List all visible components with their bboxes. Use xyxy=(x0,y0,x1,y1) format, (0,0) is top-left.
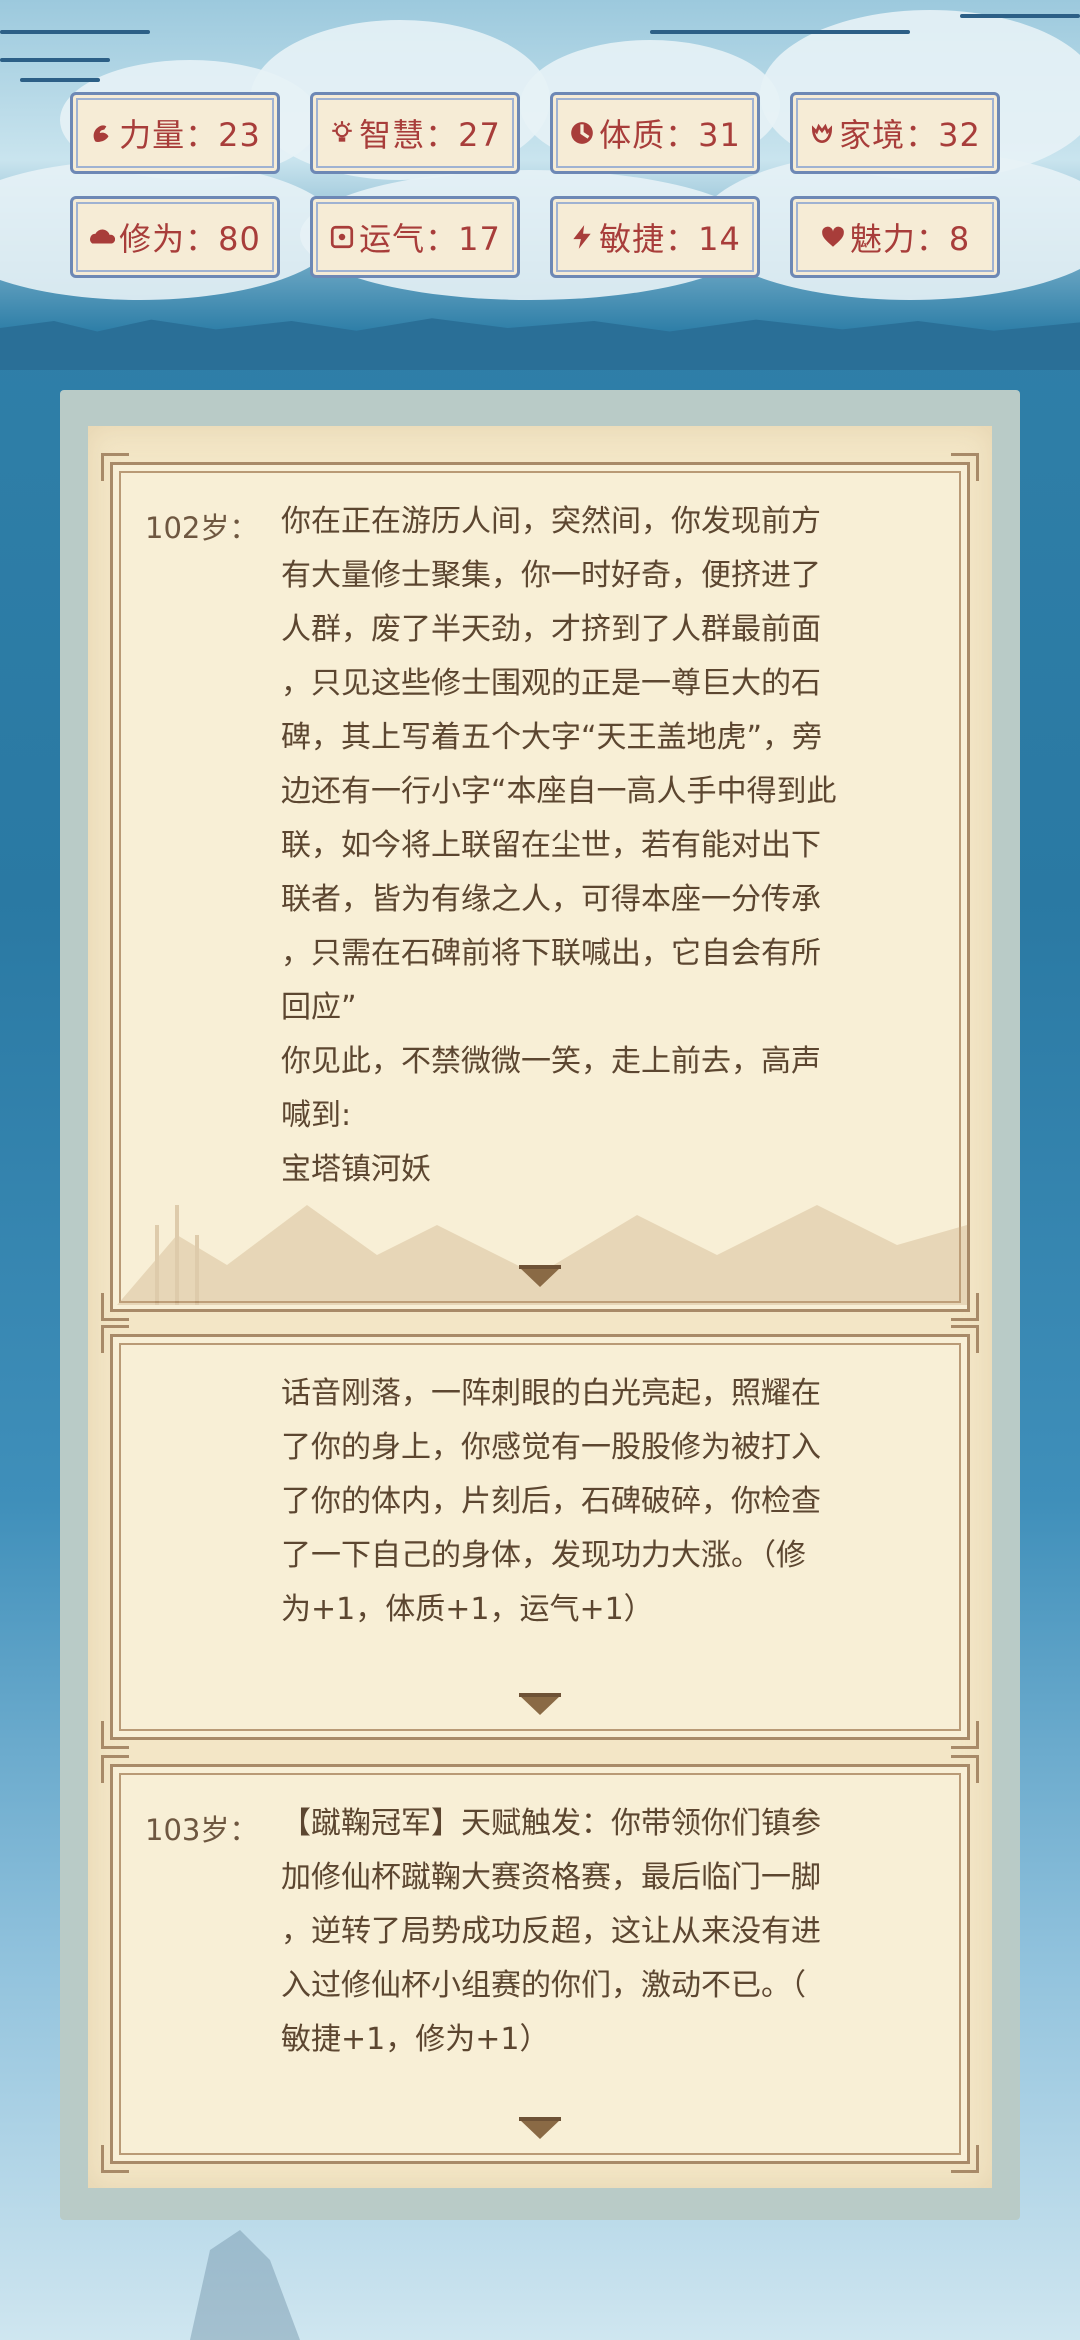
sky-background xyxy=(0,0,1080,360)
event-text: 话音刚落，一阵刺眼的白光亮起，照耀在 了你的身上，你感觉有一股股修为被打入 了你… xyxy=(281,1376,821,1627)
stat-family: 家境：32 xyxy=(790,92,1000,174)
luck-icon xyxy=(329,224,355,250)
stat-label: 家境：32 xyxy=(839,116,981,154)
stat-label: 敏捷：14 xyxy=(599,220,741,258)
stat-label: 力量：23 xyxy=(119,116,261,154)
stat-label: 体质：31 xyxy=(599,116,741,154)
event-age: 102岁： xyxy=(145,511,259,545)
rock-pillar-decoration xyxy=(190,2230,300,2340)
corner-ornament xyxy=(951,453,979,481)
expand-arrow-icon[interactable] xyxy=(515,1691,565,1719)
strength-icon xyxy=(89,120,115,146)
corner-ornament xyxy=(101,1325,129,1353)
stat-luck: 运气：17 xyxy=(310,196,520,278)
event-text: 【蹴鞠冠军】天赋触发：你带领你们镇参 加修仙杯蹴鞠大赛资格赛，最后临门一脚 ，逆… xyxy=(281,1806,821,2057)
stat-wisdom: 智慧：27 xyxy=(310,92,520,174)
charm-icon xyxy=(820,224,846,250)
stat-label: 修为：80 xyxy=(119,220,261,258)
stat-label: 魅力：8 xyxy=(849,220,971,258)
corner-ornament xyxy=(951,1721,979,1749)
event-text: 你在正在游历人间，突然间，你发现前方 有大量修士聚集，你一时好奇，便挤进了 人群… xyxy=(281,504,837,1187)
corner-ornament xyxy=(101,453,129,481)
corner-ornament xyxy=(101,1755,129,1783)
corner-ornament xyxy=(101,2145,129,2173)
event-card[interactable]: 话音刚落，一阵刺眼的白光亮起，照耀在 了你的身上，你感觉有一股股修为被打入 了你… xyxy=(101,1325,979,1749)
cultivation-icon xyxy=(89,224,116,250)
corner-ornament xyxy=(951,1755,979,1783)
stat-strength: 力量：23 xyxy=(70,92,280,174)
wisdom-icon xyxy=(329,120,355,146)
corner-ornament xyxy=(951,1325,979,1353)
stat-label: 运气：17 xyxy=(359,220,501,258)
event-card[interactable]: 103岁： 【蹴鞠冠军】天赋触发：你带领你们镇参 加修仙杯蹴鞠大赛资格赛，最后临… xyxy=(101,1755,979,2173)
expand-arrow-icon[interactable] xyxy=(515,2115,565,2143)
stat-label: 智慧：27 xyxy=(359,116,501,154)
corner-ornament xyxy=(951,2145,979,2173)
agility-icon xyxy=(569,224,595,250)
expand-arrow-icon[interactable] xyxy=(515,1263,565,1291)
family-icon xyxy=(809,120,835,146)
stat-constitution: 体质：31 xyxy=(550,92,760,174)
stat-charm: 魅力：8 xyxy=(790,196,1000,278)
event-card[interactable]: 102岁： 你在正在游历人间，突然间，你发现前方 有大量修士聚集，你一时好奇，便… xyxy=(101,453,979,1321)
constitution-icon xyxy=(569,120,595,146)
stat-agility: 敏捷：14 xyxy=(550,196,760,278)
stat-cultivation: 修为：80 xyxy=(70,196,280,278)
event-age: 103岁： xyxy=(145,1813,259,1847)
corner-ornament xyxy=(101,1721,129,1749)
